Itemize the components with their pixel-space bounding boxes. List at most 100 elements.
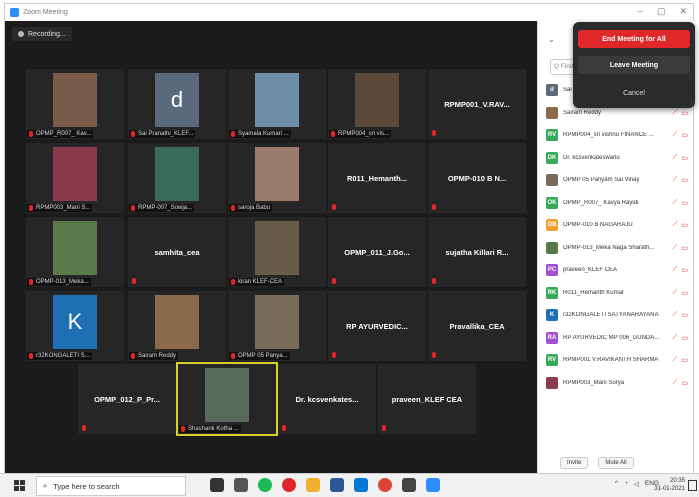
- participant-avatar: OK: [546, 196, 558, 209]
- video-tile[interactable]: RPMP001_V.RAV...: [428, 69, 526, 139]
- cancel-button[interactable]: Cancel: [578, 86, 690, 100]
- tray-chevron-icon[interactable]: ^: [615, 480, 618, 488]
- store-icon[interactable]: [330, 478, 344, 492]
- participant-status-icons: ⟋▭: [672, 131, 688, 139]
- video-tile[interactable]: RPMP-007_Sowja...: [128, 143, 226, 213]
- video-tile[interactable]: Pravallika_CEA: [428, 291, 526, 361]
- participant-row[interactable]: RPMP003_Mani Surya ⟋ ▭: [538, 372, 694, 395]
- video-tile[interactable]: OPMP 05 Panya...: [228, 291, 326, 361]
- windows-start-icon[interactable]: [14, 480, 25, 491]
- opera-icon[interactable]: [282, 478, 296, 492]
- participant-row[interactable]: OPMP-013_Meka Naga Sharath... ⟋ ▭: [538, 237, 694, 260]
- video-off-icon: ▭: [681, 222, 688, 229]
- invite-button[interactable]: Invite: [560, 457, 589, 469]
- chrome-icon[interactable]: [378, 478, 392, 492]
- minimize-icon[interactable]: –: [638, 6, 643, 17]
- participant-status-icons: ⟋▭: [672, 221, 688, 229]
- muted-mic-icon: [332, 278, 336, 284]
- recording-label: Recording...: [28, 30, 66, 38]
- muted-mic-icon: [331, 131, 335, 137]
- system-tray[interactable]: ^ ◔ ◁ ENG: [615, 480, 659, 488]
- tile-label: kiran KLEF-CEA: [229, 278, 285, 286]
- muted-mic-icon: [231, 205, 235, 211]
- leave-meeting-button[interactable]: Leave Meeting: [578, 56, 690, 74]
- participant-status-icons: ⟋▭: [672, 334, 688, 342]
- maximize-icon[interactable]: ▢: [657, 6, 666, 17]
- muted-mic-icon: [131, 353, 135, 359]
- network-icon[interactable]: ◔: [624, 480, 628, 488]
- video-tile[interactable]: saroja Babu: [228, 143, 326, 213]
- participant-row[interactable]: Kr32KONGALETI SATYANARAYANA ⟋ ▭: [538, 304, 694, 327]
- tile-label-text: RPMP003_Mani S...: [36, 205, 91, 211]
- video-tile[interactable]: praveen_KLEF CEA: [378, 364, 476, 434]
- muted-mic-icon: ⟋: [672, 288, 678, 296]
- video-tile[interactable]: sujatha Killari R...: [428, 217, 526, 287]
- participant-row[interactable]: DK Dr. kcsvenkateswarlu ⟋ ▭: [538, 147, 694, 170]
- participant-status-icons: ⟋▭: [672, 109, 688, 117]
- participant-name: OPMP_R007_ Kavya Rayidi: [563, 199, 639, 206]
- tile-label-text: kiran KLEF-CEA: [238, 279, 283, 285]
- participant-row[interactable]: OK OPMP_R007_ Kavya Rayidi ⟋ ▭: [538, 192, 694, 215]
- video-tile[interactable]: RPMP004_sri vis...: [328, 69, 426, 139]
- participant-status-icons: ⟋▭: [672, 379, 688, 387]
- video-tile[interactable]: samhita_cea: [128, 217, 226, 287]
- participant-row[interactable]: PC praveen_KLEF CEA ⟋ ▭: [538, 259, 694, 282]
- settings-icon[interactable]: [402, 478, 416, 492]
- participant-row[interactable]: RK R011_Hemanth Kumar ⟋ ▭: [538, 282, 694, 305]
- search-placeholder: Type here to search: [53, 481, 120, 491]
- video-tile[interactable]: Kr32KONGALETI S...: [26, 291, 124, 361]
- tile-label-text: OPMP-013_Meka...: [36, 279, 89, 285]
- video-tile[interactable]: OPMP-013_Meka...: [26, 217, 124, 287]
- participant-avatar: K: [53, 295, 97, 349]
- chevron-down-icon[interactable]: ⌄: [548, 35, 555, 44]
- taskbar-search-input[interactable]: ⌕ Type here to search: [36, 476, 186, 496]
- clock[interactable]: 20:35 31-01-2021: [654, 477, 685, 493]
- participant-row[interactable]: OB OPMP-010 B NAGARAJU ⟋ ▭: [538, 214, 694, 237]
- notification-icon[interactable]: [688, 480, 697, 491]
- participant-row[interactable]: RA RP AYURVEDIC MP 006_GUNDA... ⟋ ▭: [538, 327, 694, 350]
- participant-row[interactable]: OPMP 05 Panyam Sai Vinay ⟋ ▭: [538, 169, 694, 192]
- participant-avatar: PC: [546, 264, 558, 277]
- muted-mic-icon: ⟋: [672, 266, 678, 273]
- video-tile[interactable]: RP AYURVEDIC...: [328, 291, 426, 361]
- video-tile[interactable]: kiran KLEF-CEA: [228, 217, 326, 287]
- muted-mic-icon: [231, 131, 235, 137]
- mute-all-button[interactable]: Mute All: [598, 457, 634, 469]
- participant-status-icons: ⟋▭: [672, 289, 688, 297]
- participant-row[interactable]: RV RPMP004_sri vishnu FINANCE ... ⟋ ▭: [538, 124, 694, 147]
- video-tile[interactable]: Shashank Kotha ...: [176, 362, 278, 436]
- video-tile[interactable]: OPMP-010 B N...: [428, 143, 526, 213]
- video-tile[interactable]: RPMP003_Mani S...: [26, 143, 124, 213]
- spotify-icon[interactable]: [258, 478, 272, 492]
- video-tile[interactable]: R011_Hemanth...: [328, 143, 426, 213]
- video-off-icon: ▭: [681, 244, 688, 252]
- file-explorer-icon[interactable]: [306, 478, 320, 492]
- video-tile[interactable]: d Sai Pranathi_KLEF...: [128, 69, 226, 139]
- close-icon[interactable]: ✕: [679, 6, 687, 17]
- participant-name: Dr. kcsvenkates...: [295, 394, 359, 404]
- volume-icon[interactable]: ◁: [634, 480, 639, 488]
- video-off-icon: ▭: [681, 177, 688, 184]
- participant-row[interactable]: RV RPMP001 V.RAVIKANTH SHARMA ⟋ ▭: [538, 349, 694, 372]
- tile-label: r32KONGALETI S...: [27, 352, 92, 360]
- tile-label: saroja Babu: [229, 204, 273, 212]
- tile-label: OPMP 05 Panya...: [229, 352, 290, 360]
- zoom-taskbar-icon[interactable]: [426, 478, 440, 492]
- video-tile[interactable]: Syamala Kumari ...: [228, 69, 326, 139]
- video-tile[interactable]: OPMP_011_J.Go...: [328, 217, 426, 287]
- video-tile[interactable]: Sairam Reddy: [128, 291, 226, 361]
- video-tile[interactable]: OPMP_012_P_Pr...: [78, 364, 176, 434]
- end-meeting-for-all-button[interactable]: End Meeting for All: [578, 30, 690, 48]
- participant-video: [155, 147, 199, 201]
- participant-status-icons: ⟋▭: [672, 199, 688, 207]
- teams-icon[interactable]: [234, 478, 248, 492]
- participant-video: [53, 147, 97, 201]
- video-tile[interactable]: OPMP_R007_ Kav...: [26, 69, 124, 139]
- participant-avatar: RK: [546, 286, 558, 299]
- video-tile[interactable]: Dr. kcsvenkates...: [278, 364, 376, 434]
- task-view-icon[interactable]: [210, 478, 224, 492]
- recording-indicator[interactable]: Recording...: [12, 27, 72, 41]
- participant-status-icons: ⟋▭: [672, 154, 688, 162]
- participant-status-icons: ⟋▭: [672, 176, 688, 184]
- edge-icon[interactable]: [354, 478, 368, 492]
